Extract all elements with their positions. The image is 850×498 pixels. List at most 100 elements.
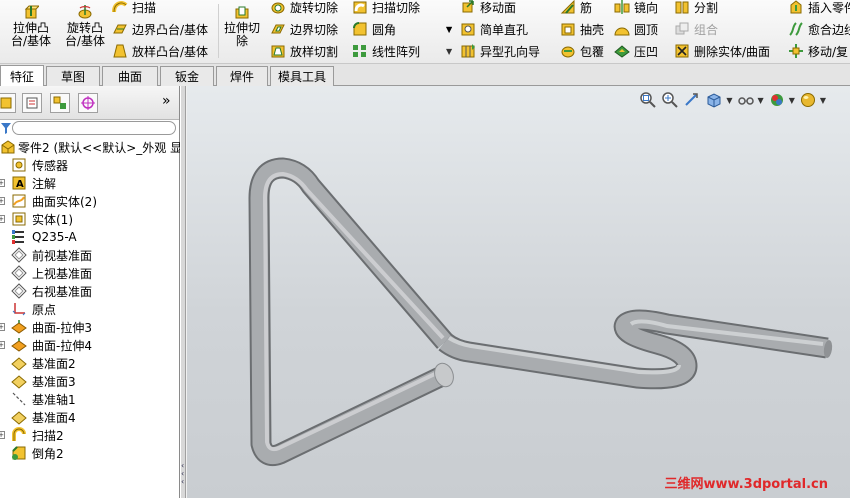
boundary-boss-button[interactable]: 边界凸台/基体 — [112, 19, 208, 39]
dimxpert-manager-tab[interactable] — [78, 93, 98, 113]
knit-button[interactable]: 愈合边线 — [788, 19, 850, 39]
tree-item[interactable]: 原点 — [0, 300, 180, 318]
tree-item[interactable]: + 实体(1) — [0, 210, 180, 228]
hole-wizard-button[interactable]: 异型孔向导 — [460, 41, 540, 61]
tree-item[interactable]: 零件2 (默认<<默认>_外观 显示状 — [0, 138, 180, 156]
sweep-button[interactable]: 扫描 — [112, 0, 156, 17]
tree-item-label: 传感器 — [32, 158, 69, 173]
revolve-boss-icon — [78, 5, 92, 19]
sweep-label: 扫描 — [132, 0, 157, 15]
move-face-button[interactable]: 移动面 — [460, 0, 516, 17]
dome-icon — [614, 27, 630, 36]
expand-toggle-icon[interactable]: + — [0, 197, 5, 205]
swept-cut-button[interactable]: 扫描切除 — [352, 0, 420, 17]
revolve-cut-button[interactable]: 旋转切除 — [270, 0, 338, 17]
simple-hole-button[interactable]: 简单直孔 — [460, 19, 528, 39]
feature-manager-tab[interactable] — [0, 93, 16, 113]
tree-item-label: 基准面2 — [32, 356, 76, 371]
tree-item[interactable]: + 扫描2 — [0, 426, 180, 444]
linear-pattern-dropdown-arrow-icon[interactable]: ▼ — [446, 47, 452, 56]
tab-mold-tools[interactable]: 模具工具 — [270, 66, 334, 86]
tree-item-label: 前视基准面 — [32, 248, 93, 263]
tree-item[interactable]: 基准面3 — [0, 372, 180, 390]
expand-toggle-icon[interactable]: + — [0, 323, 5, 331]
tree-item[interactable]: + 曲面实体(2) — [0, 192, 180, 210]
revolve-boss-button[interactable]: 旋转凸 台/基体 — [60, 2, 110, 60]
expand-toggle-icon[interactable]: + — [0, 215, 5, 223]
split-label: 分割 — [694, 0, 719, 15]
boundary-cut-button[interactable]: 边界切除 — [270, 19, 338, 39]
graphics-viewport[interactable]: ▼ ▼ ▼ ▼ 三维网www.3dportal.cn — [187, 86, 850, 498]
fillet-button[interactable]: 圆角 ▼ — [352, 19, 452, 39]
delete-body-button[interactable]: 删除实体/曲面 — [674, 41, 770, 61]
shell-label: 抽壳 — [580, 22, 605, 37]
hole-dropdown-arrow-icon[interactable]: ▼ — [446, 19, 452, 39]
revolve-cut-label: 旋转切除 — [290, 0, 339, 15]
loft-boss-button[interactable]: 放样凸台/基体 — [112, 41, 208, 61]
tree-item[interactable]: 右视基准面 — [0, 282, 180, 300]
extrude-cut-button[interactable]: 拉伸切 除 — [220, 2, 264, 60]
bent-rod-model[interactable] — [187, 86, 850, 498]
mirror-button[interactable]: 镜向 — [614, 0, 658, 17]
move-copy-button[interactable]: 移动/复 — [788, 41, 848, 61]
property-manager-tab[interactable] — [22, 93, 42, 113]
tree-item[interactable]: 基准面2 — [0, 354, 180, 372]
combine-label: 组合 — [694, 22, 719, 37]
dome-button[interactable]: 圆顶 — [614, 19, 658, 39]
panel-splitter[interactable] — [180, 86, 186, 498]
expand-toggle-icon[interactable]: + — [0, 341, 5, 349]
tree-item-label: 曲面实体(2) — [32, 194, 97, 209]
panel-more-arrow-icon[interactable]: » — [162, 93, 171, 109]
loft-cut-button[interactable]: 放样切割 — [270, 41, 338, 61]
axis-icon — [12, 392, 26, 406]
tree-item[interactable]: 前视基准面 — [0, 246, 180, 264]
loft-boss-label: 放样凸台/基体 — [132, 44, 209, 59]
tree-item[interactable]: 传感器 — [0, 156, 180, 174]
shell-button[interactable]: 抽壳 — [560, 19, 604, 39]
rib-button[interactable]: 筋 — [560, 0, 592, 17]
tree-item[interactable]: Q235-A — [0, 228, 180, 246]
wrap-button[interactable]: 包覆 — [560, 41, 604, 61]
dome-label: 圆顶 — [634, 22, 659, 37]
configuration-icon — [53, 96, 66, 109]
splitter-grip-icon[interactable]: ‹ ‹ ‹ — [181, 462, 185, 488]
annotation-icon: A — [12, 176, 26, 190]
sweep-icon — [112, 1, 128, 13]
indent-label: 压凹 — [634, 44, 659, 59]
tab-weldments[interactable]: 焊件 — [216, 66, 268, 86]
command-manager-ribbon: 拉伸凸 台/基体 旋转凸 台/基体 扫描 边界凸台/基体 放样凸台/基体 拉伸切… — [0, 0, 850, 64]
feature-manager-panel: » 零件2 (默认<<默认>_外观 显示状传感器 + A 注解 + 曲面实体(2) + 实体(… — [0, 86, 180, 498]
plane-icon — [11, 265, 27, 281]
property-manager-icon — [26, 97, 38, 109]
configuration-manager-tab[interactable] — [50, 93, 70, 113]
expand-toggle-icon[interactable]: + — [0, 431, 5, 439]
tree-filter-input[interactable] — [12, 121, 176, 135]
rib-icon — [560, 0, 575, 14]
indent-button[interactable]: 压凹 — [614, 41, 658, 61]
tree-item[interactable]: 基准轴1 — [0, 390, 180, 408]
tab-surfaces[interactable]: 曲面 — [102, 66, 158, 86]
tree-item[interactable]: 基准面4 — [0, 408, 180, 426]
panel-toolbar: » — [0, 86, 179, 120]
watermark-text: 三维网www.3dportal.cn — [664, 477, 828, 492]
tab-sheet-metal[interactable]: 钣金 — [160, 66, 214, 86]
boundary-cut-icon — [271, 24, 285, 34]
tab-sketch[interactable]: 草图 — [46, 66, 100, 86]
combine-button[interactable]: 组合 — [674, 19, 718, 39]
tree-item[interactable]: + 曲面-拉伸3 — [0, 318, 180, 336]
tab-features[interactable]: 特征 — [0, 65, 44, 86]
material-icon — [12, 230, 24, 244]
expand-toggle-icon[interactable]: + — [0, 179, 5, 187]
tree-item-label: 倒角2 — [32, 446, 64, 461]
feature-tree-icon — [0, 97, 12, 109]
split-button[interactable]: 分割 — [674, 0, 718, 17]
tree-item[interactable]: + 曲面-拉伸4 — [0, 336, 180, 354]
tree-item[interactable]: 倒角2 — [0, 444, 180, 462]
linear-pattern-button[interactable]: 线性阵列 ▼ — [352, 41, 452, 61]
tree-item[interactable]: 上视基准面 — [0, 264, 180, 282]
extrude-boss-button[interactable]: 拉伸凸 台/基体 — [6, 2, 56, 60]
plane-icon — [11, 283, 27, 299]
insert-part-button[interactable]: 插入零件 — [788, 0, 850, 17]
tree-item[interactable]: + A 注解 — [0, 174, 180, 192]
fillet-label: 圆角 — [372, 22, 397, 37]
